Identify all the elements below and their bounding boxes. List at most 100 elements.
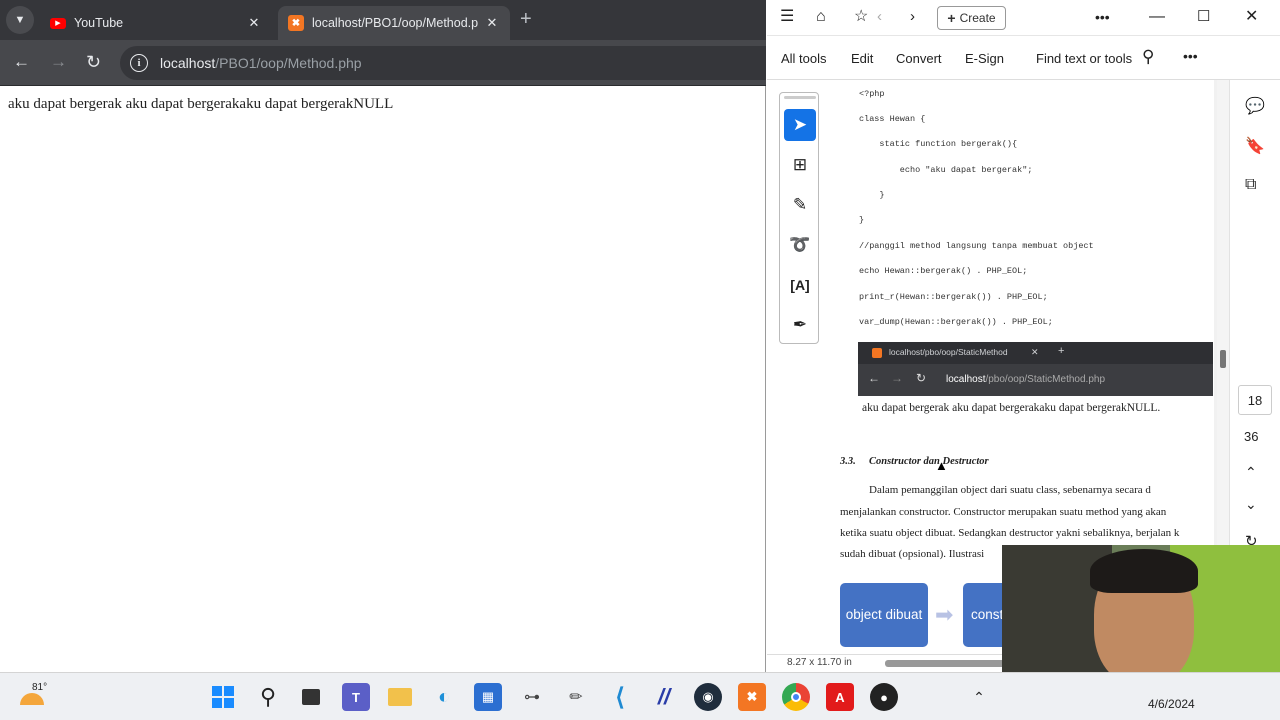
search-icon[interactable]: ⚲ [1142, 47, 1154, 67]
person-hair [1090, 549, 1198, 593]
comment-icon[interactable]: 💬 [1245, 96, 1265, 116]
forward-icon[interactable]: → [50, 52, 67, 72]
add-comment-icon[interactable]: ⊞ [784, 149, 816, 181]
obs-icon[interactable]: ◉ [694, 683, 722, 711]
page-down-icon[interactable]: ⌄ [1245, 496, 1257, 513]
copy-pages-icon[interactable]: ⧉ [1245, 176, 1256, 194]
chrome-window: ▼ ▶ YouTube ✕ ✖ localhost/PBO1/oop/Metho… [0, 0, 766, 672]
more-options-icon[interactable]: ••• [1095, 8, 1110, 26]
close-window-icon[interactable]: ✕ [1245, 8, 1258, 26]
weather-widget[interactable]: 81° [18, 679, 48, 709]
tab-method-php[interactable]: ✖ localhost/PBO1/oop/Method.p ✕ [278, 6, 510, 40]
paint-icon[interactable]: ✏ [562, 683, 590, 711]
page-output-text: aku dapat bergerak aku dapat bergerakaku… [8, 96, 394, 112]
mouse-cursor-icon: ▲ [935, 458, 948, 473]
taskbar-date: 4/6/2024 [1148, 697, 1195, 711]
page-number-field[interactable]: 18 [1238, 385, 1272, 415]
text-box-icon[interactable]: [A] [784, 269, 816, 301]
app-hash-icon[interactable]: // [650, 683, 678, 711]
quick-tools-panel: ➤ ⊞ ✎ ➰ [A] ✒ [779, 92, 819, 344]
embedded-toolbar: ← → ↻ localhost/pbo/oop/StaticMethod.php [858, 364, 1213, 396]
sign-icon[interactable]: ✒ [784, 309, 816, 341]
xampp-icon [872, 348, 882, 358]
browser-toolbar: ← → ↻ i localhost/PBO1/oop/Method.php [0, 40, 766, 86]
forward-arrow-icon[interactable]: › [910, 8, 915, 26]
windows-taskbar: 81° ⚲ T ◐ ▦ ⊶ ✏ ⟨ // ◉ ✖ A ● ⌃ 4/6/2024 [0, 672, 1280, 720]
horizontal-scroll-thumb[interactable] [885, 660, 1005, 667]
screen-recorder-icon[interactable]: ● [870, 683, 898, 711]
minimize-icon[interactable]: — [1149, 8, 1165, 26]
page-total: 36 [1244, 429, 1259, 444]
back-icon[interactable]: ← [13, 52, 30, 72]
edge-icon[interactable]: ◐ [430, 683, 458, 711]
chevron-down-icon: ▼ [14, 14, 26, 26]
tab-title: localhost/PBO1/oop/Method.p [312, 16, 479, 30]
youtube-icon: ▶ [50, 17, 66, 29]
code-line: } [859, 215, 865, 225]
menu-convert[interactable]: Convert [896, 51, 942, 66]
more-menu-icon[interactable]: ••• [1183, 48, 1198, 64]
acrobat-icon[interactable]: A [826, 683, 854, 711]
paragraph-line: ketika suatu object dibuat. Sedangkan de… [840, 527, 1180, 539]
search-icon[interactable]: ⚲ [254, 683, 282, 711]
chevron-up-icon[interactable]: ⌃ [965, 683, 993, 711]
find-text-field[interactable]: Find text or tools [1036, 51, 1132, 66]
chrome-icon[interactable] [782, 683, 810, 711]
acrobat-title-bar: ☰ ⌂ ☆ ‹ › + Create ••• — ☐ ✕ [767, 0, 1280, 36]
hamburger-menu-icon[interactable]: ☰ [780, 8, 794, 26]
plus-icon: + [947, 10, 956, 26]
site-info-icon[interactable]: i [130, 54, 148, 72]
page-up-icon[interactable]: ⌃ [1245, 464, 1257, 481]
section-number: 3.3. [840, 456, 856, 467]
app-icon[interactable]: ⊶ [518, 683, 546, 711]
store-icon[interactable]: ▦ [474, 683, 502, 711]
code-line: //panggil method langsung tanpa membuat … [859, 241, 1094, 251]
bookmark-icon[interactable]: 🔖 [1245, 136, 1265, 156]
new-tab-icon[interactable]: + [520, 9, 532, 29]
home-icon[interactable]: ⌂ [816, 8, 826, 26]
tab-youtube[interactable]: ▶ YouTube ✕ [40, 6, 272, 40]
xampp-icon[interactable]: ✖ [738, 683, 766, 711]
tab-search-dropdown[interactable]: ▼ [6, 6, 34, 34]
code-line: print_r(Hewan::bergerak()) . PHP_EOL; [859, 292, 1048, 302]
menu-esign[interactable]: E-Sign [965, 51, 1004, 66]
vscode-icon[interactable]: ⟨ [606, 683, 634, 711]
code-line: var_dump(Hewan::bergerak()) . PHP_EOL; [859, 317, 1053, 327]
new-tab-icon: + [1058, 345, 1065, 357]
file-explorer-icon[interactable] [386, 683, 414, 711]
drag-handle[interactable] [784, 96, 816, 99]
highlight-pen-icon[interactable]: ✎ [784, 189, 816, 221]
close-tab-icon: ✕ [1031, 347, 1039, 357]
task-view-icon[interactable] [297, 683, 325, 711]
code-line: echo Hewan::bergerak() . PHP_EOL; [859, 266, 1028, 276]
flow-box-object-dibuat: object dibuat [840, 583, 928, 647]
tab-strip: ▼ ▶ YouTube ✕ ✖ localhost/PBO1/oop/Metho… [0, 0, 766, 40]
address-bar[interactable]: i localhost/PBO1/oop/Method.php [120, 46, 766, 80]
select-cursor-icon[interactable]: ➤ [784, 109, 816, 141]
embedded-url: localhost/pbo/oop/StaticMethod.php [946, 374, 1105, 385]
code-line: } [859, 190, 885, 200]
star-icon[interactable]: ☆ [854, 8, 868, 26]
scroll-thumb[interactable] [1220, 350, 1226, 368]
windows-start-icon[interactable] [209, 683, 237, 711]
xampp-icon: ✖ [288, 15, 304, 31]
create-button[interactable]: + Create [937, 6, 1006, 30]
close-tab-icon[interactable]: ✕ [246, 15, 262, 31]
code-line: class Hewan { [859, 114, 926, 124]
code-line: <?php [859, 89, 885, 99]
teams-icon[interactable]: T [342, 683, 370, 711]
flow-arrow-icon: ➡ [935, 602, 954, 627]
back-arrow-icon[interactable]: ‹ [877, 8, 882, 26]
embedded-tab-title: localhost/pbo/oop/StaticMethod [889, 347, 1008, 357]
temperature: 81° [32, 682, 48, 693]
menu-edit[interactable]: Edit [851, 51, 873, 66]
menu-all-tools[interactable]: All tools [781, 51, 827, 66]
forward-icon: → [891, 371, 903, 385]
draw-freeform-icon[interactable]: ➰ [784, 229, 816, 261]
reload-icon: ↻ [916, 371, 927, 385]
reload-icon[interactable]: ↻ [86, 52, 101, 72]
sun-icon [20, 693, 44, 705]
close-tab-icon[interactable]: ✕ [484, 15, 500, 31]
maximize-icon[interactable]: ☐ [1197, 8, 1210, 26]
paragraph-line: Dalam pemanggilan object dari suatu clas… [869, 484, 1151, 496]
